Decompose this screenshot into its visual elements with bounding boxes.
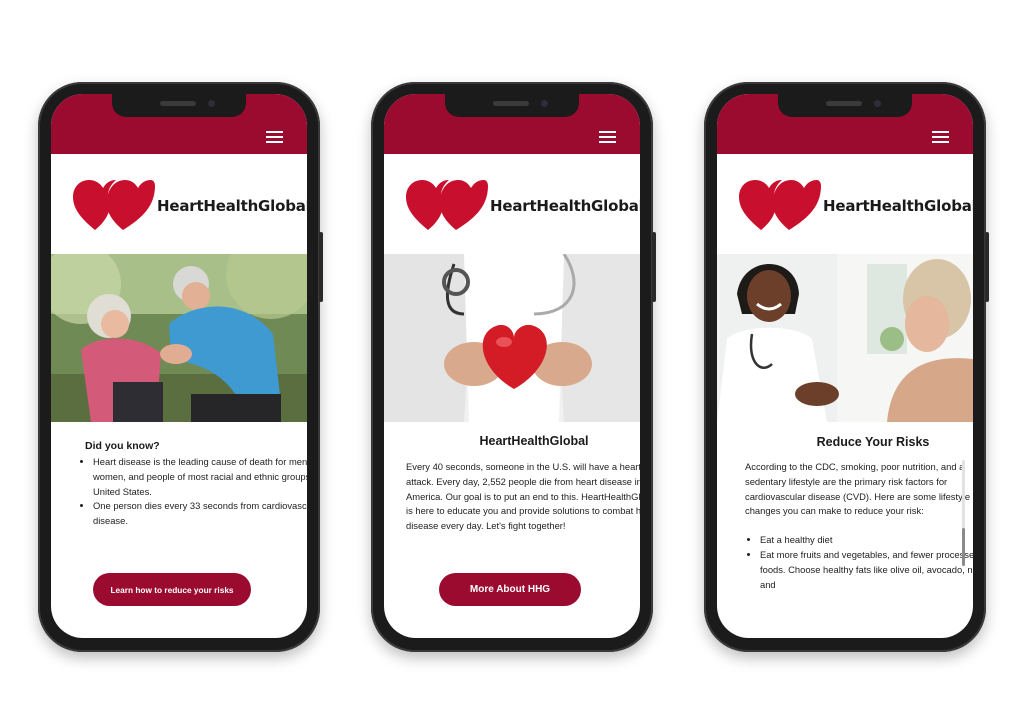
- brand-name: HeartHealthGlobal: [823, 197, 973, 215]
- did-you-know-heading: Did you know?: [85, 440, 160, 452]
- intro-paragraph: Every 40 seconds, someone in the U.S. wi…: [406, 461, 640, 532]
- lifestyle-item: Eat more fruits and vegetables, and fewe…: [760, 548, 973, 592]
- content-section: Reduce Your Risks According to the CDC, …: [717, 435, 973, 592]
- brand-logo[interactable]: HeartHealthGlobal: [73, 180, 307, 232]
- hero-image-doctor-heart: [384, 254, 640, 422]
- facts-list: Heart disease is the leading cause of de…: [85, 455, 307, 529]
- twin-hearts-logo-icon: [739, 180, 821, 230]
- phone-mockup-3: HeartHealthGlobal Reduce Your Risks Acco…: [704, 82, 989, 652]
- scrollbar-thumb[interactable]: [962, 528, 965, 566]
- section-heading: Reduce Your Risks: [816, 435, 930, 449]
- lifestyle-item: Eat a healthy diet: [760, 533, 973, 548]
- brand-logo[interactable]: HeartHealthGlobal: [406, 180, 640, 232]
- hero-image-doctor-patient: [717, 254, 973, 422]
- content-section: HeartHealthGlobal Every 40 seconds, some…: [384, 434, 640, 534]
- risk-paragraph: According to the CDC, smoking, poor nutr…: [745, 461, 971, 517]
- phone-screen-1: HeartHealthGlobal Did you know? • Heart …: [51, 94, 307, 638]
- lifestyle-list: Eat a healthy diet Eat more fruits and v…: [745, 533, 973, 592]
- phone-screen-3: HeartHealthGlobal Reduce Your Risks Acco…: [717, 94, 973, 638]
- phone-notch: [445, 94, 579, 117]
- phone-mockup-1: HeartHealthGlobal Did you know? • Heart …: [38, 82, 323, 652]
- twin-hearts-logo-icon: [406, 180, 488, 230]
- reduce-risks-button[interactable]: Learn how to reduce your risks: [93, 573, 251, 606]
- hero-image-couple: [51, 254, 307, 422]
- fact-item: Heart disease is the leading cause of de…: [93, 455, 307, 499]
- section-heading: HeartHealthGlobal: [479, 434, 589, 448]
- phone-notch: [778, 94, 912, 117]
- content-section: Did you know? Heart disease is the leadi…: [51, 440, 307, 529]
- hamburger-menu-icon[interactable]: [266, 131, 283, 143]
- content-scrollbar[interactable]: [962, 460, 965, 566]
- phone-screen-2: HeartHealthGlobal HeartHealthGlobal Ever…: [384, 94, 640, 638]
- hamburger-menu-icon[interactable]: [932, 131, 949, 143]
- brand-name: HeartHealthGlobal: [157, 197, 307, 215]
- phone-mockup-2: HeartHealthGlobal HeartHealthGlobal Ever…: [371, 82, 656, 652]
- fact-item: One person dies every 33 seconds from ca…: [93, 499, 307, 529]
- twin-hearts-logo-icon: [73, 180, 155, 230]
- hamburger-menu-icon[interactable]: [599, 131, 616, 143]
- more-about-button[interactable]: More About HHG: [439, 573, 581, 606]
- brand-name: HeartHealthGlobal: [490, 197, 640, 215]
- phone-notch: [112, 94, 246, 117]
- brand-logo[interactable]: HeartHealthGlobal: [739, 180, 973, 232]
